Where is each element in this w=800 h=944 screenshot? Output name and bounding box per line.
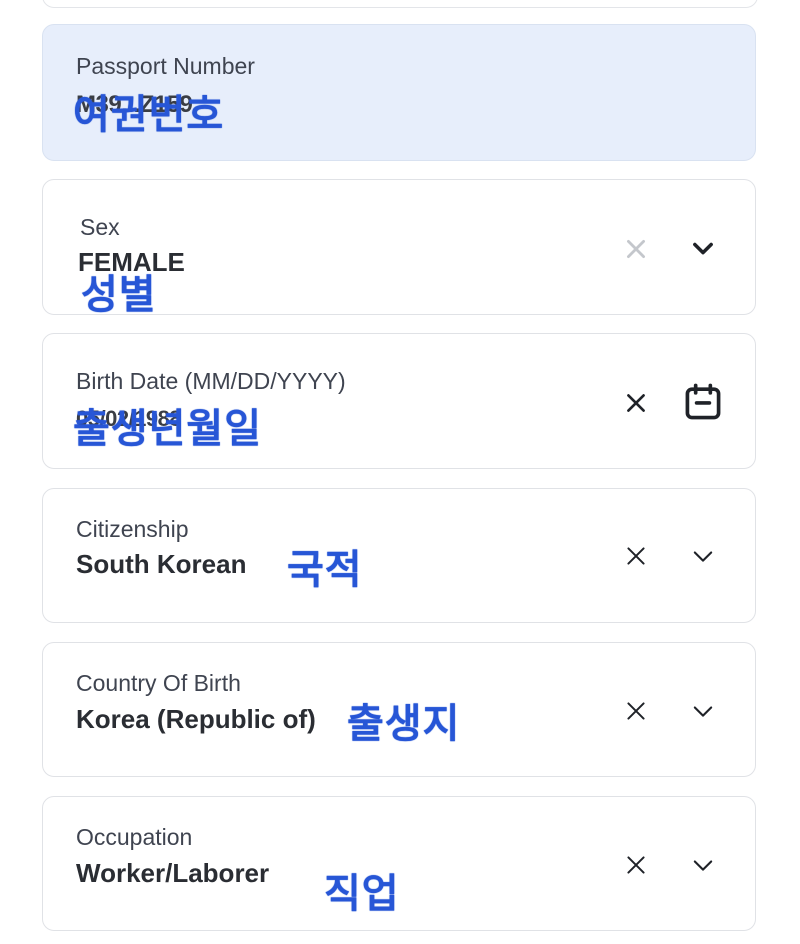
close-icon[interactable] <box>623 698 649 724</box>
chevron-down-icon[interactable] <box>689 234 717 262</box>
citizenship-value: South Korean <box>76 549 247 579</box>
birth-date-field[interactable]: Birth Date (MM/DD/YYYY) 05/02/1988 출생년월일 <box>42 333 756 469</box>
sex-field[interactable]: Sex FEMALE 성별 <box>42 179 756 317</box>
chevron-down-icon[interactable] <box>689 851 717 879</box>
citizenship-annotation: 국적 <box>287 548 363 592</box>
occupation-label: Occupation <box>76 824 193 850</box>
birth-date-label: Birth Date (MM/DD/YYYY) <box>76 368 346 394</box>
occupation-value: Worker/Laborer <box>76 858 270 888</box>
previous-field-card <box>42 0 758 8</box>
passport-number-label: Passport Number <box>76 53 255 79</box>
close-icon[interactable] <box>623 236 649 262</box>
travel-form-page: Passport Number M39...Z159 여권번호 Sex FEMA… <box>0 0 800 944</box>
country-of-birth-field[interactable]: Country Of Birth Korea (Republic of) 출생지 <box>42 642 756 777</box>
sex-label: Sex <box>80 214 120 240</box>
chevron-down-icon[interactable] <box>689 542 717 570</box>
citizenship-field[interactable]: Citizenship South Korean 국적 <box>42 488 756 623</box>
passport-number-field[interactable]: Passport Number M39...Z159 여권번호 <box>42 24 756 161</box>
chevron-down-icon[interactable] <box>689 697 717 725</box>
close-icon[interactable] <box>623 852 649 878</box>
citizenship-label: Citizenship <box>76 516 189 542</box>
birth-date-annotation: 출생년월일 <box>73 407 262 451</box>
occupation-field[interactable]: Occupation Worker/Laborer 직업 <box>42 796 756 931</box>
close-icon[interactable] <box>623 390 649 416</box>
country-of-birth-annotation: 출생지 <box>347 702 461 746</box>
passport-number-annotation: 여권번호 <box>73 93 225 137</box>
country-of-birth-label: Country Of Birth <box>76 670 241 696</box>
country-of-birth-value: Korea (Republic of) <box>76 704 316 734</box>
calendar-icon[interactable] <box>681 380 725 424</box>
sex-annotation: 성별 <box>81 273 157 317</box>
close-icon[interactable] <box>623 543 649 569</box>
occupation-annotation: 직업 <box>324 872 400 916</box>
